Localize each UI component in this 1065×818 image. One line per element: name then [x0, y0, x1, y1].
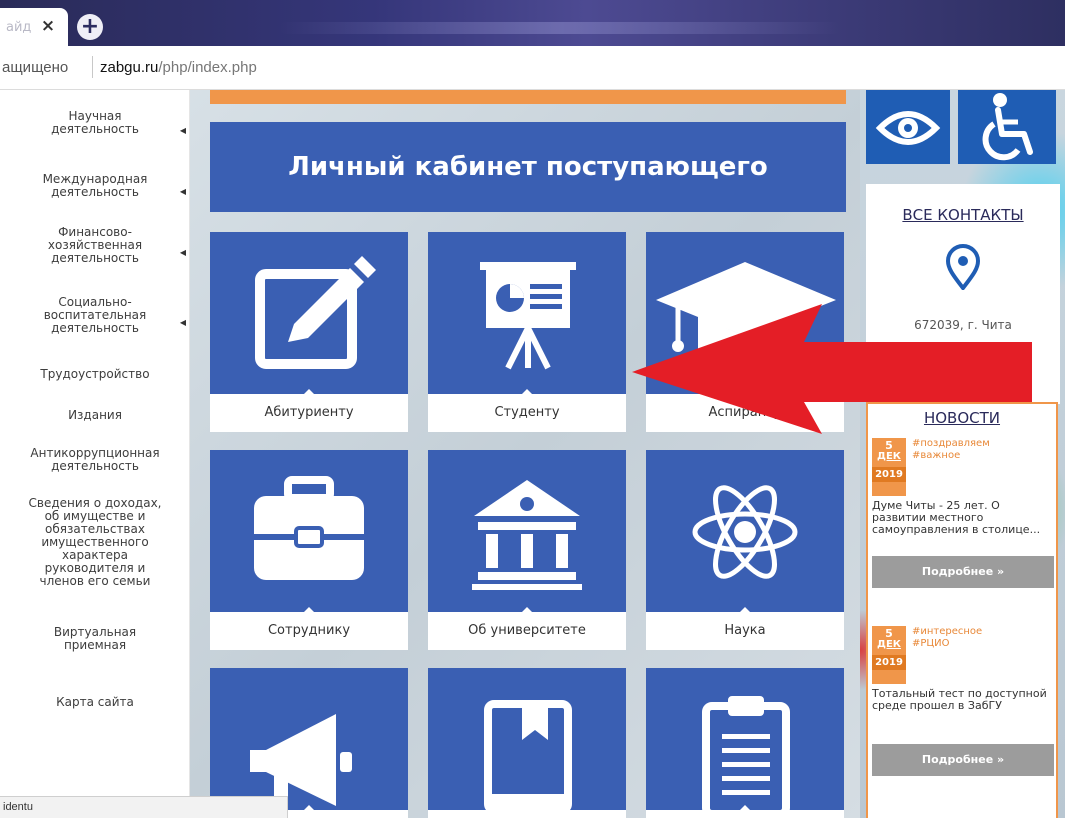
address-divider [92, 56, 93, 78]
tile-label: Об университете [428, 612, 626, 650]
tile-label: Абитуриенту [210, 394, 408, 432]
url-path: /php/index.php [158, 59, 257, 76]
sidebar-item-label: Виртуальная приемная [53, 625, 137, 652]
news-text[interactable]: Думе Читы - 25 лет. О развитии местного … [872, 500, 1054, 536]
sidebar-item-anticorruption[interactable]: Антикоррупционная деятельность [0, 447, 190, 473]
security-indicator[interactable]: ащищено [2, 59, 68, 76]
caret-left-icon: ◀ [179, 187, 186, 196]
news-text[interactable]: Тотальный тест по доступной среде прошел… [872, 688, 1054, 712]
sidebar-item-publications[interactable]: Издания [0, 409, 190, 422]
status-bar: identu [0, 796, 288, 818]
sidebar: Научная деятельность ◀ Международная дея… [0, 90, 190, 818]
sidebar-item-science[interactable]: Научная деятельность ◀ [0, 110, 190, 136]
tile-label: Студенту [428, 394, 626, 432]
blurred-tab-strip [280, 22, 840, 34]
tab-title-fragment: айд [6, 20, 32, 35]
tile-student[interactable]: Студенту [428, 232, 626, 432]
address-bar[interactable]: ащищено zabgu.ru/php/index.php [0, 46, 1065, 90]
sidebar-item-label: Международная деятельность [42, 172, 148, 199]
news-date-badge: 5 ДЕК 2019 [872, 438, 906, 496]
map-pin-icon [945, 244, 981, 290]
news-date-badge: 5 ДЕК 2019 [872, 626, 906, 684]
clipboard-icon [702, 696, 790, 818]
news-more-button[interactable]: Подробнее » [872, 744, 1054, 776]
eye-icon [875, 111, 941, 145]
tile-documents[interactable] [646, 668, 844, 818]
news-more-button[interactable]: Подробнее » [872, 556, 1054, 588]
browser-tab-bar: айд × + [0, 0, 1065, 46]
url-text[interactable]: zabgu.ru/php/index.php [100, 59, 257, 76]
news-day: 5 [885, 439, 893, 452]
news-day: 5 [885, 627, 893, 640]
tab-close-button[interactable]: × [37, 15, 59, 37]
tile-about-university[interactable]: Об университете [428, 450, 626, 650]
tile-applicant[interactable]: Абитуриенту [210, 232, 408, 432]
tile-science[interactable]: Наука [646, 450, 844, 650]
news-year: 2019 [872, 655, 906, 670]
all-contacts-link[interactable]: ВСЕ КОНТАКТЫ [866, 206, 1060, 224]
sidebar-item-virtual-reception[interactable]: Виртуальная приемная [0, 626, 190, 652]
red-arrow-annotation [632, 304, 1032, 434]
sidebar-item-social[interactable]: Социально- воспитательная деятельность ◀ [0, 296, 190, 335]
news-tags: #поздравляем #важное [912, 438, 1054, 462]
sidebar-item-label: Антикоррупционная деятельность [30, 446, 160, 473]
sidebar-item-label: Финансово- хозяйственная деятельность [47, 225, 143, 265]
news-tags: #интересное #РЦИО [912, 626, 1054, 650]
tile-library[interactable] [428, 668, 626, 818]
briefcase-icon [254, 476, 364, 580]
book-icon [484, 700, 572, 814]
atom-icon [692, 485, 798, 579]
new-tab-button[interactable]: + [77, 14, 103, 40]
tile-label [646, 810, 844, 818]
tile-employee[interactable]: Сотруднику [210, 450, 408, 650]
sidebar-item-label: Издания [68, 408, 122, 422]
sidebar-item-label: Научная деятельность [51, 109, 139, 136]
sidebar-item-label: Социально- воспитательная деятельность [43, 295, 147, 335]
sidebar-item-finance[interactable]: Финансово- хозяйственная деятельность ◀ [0, 226, 190, 265]
caret-left-icon: ◀ [179, 248, 186, 257]
web-page: Научная деятельность ◀ Международная дея… [0, 90, 1065, 818]
caret-left-icon: ◀ [179, 126, 186, 135]
news-tag[interactable]: #интересное [912, 626, 1054, 638]
news-tag[interactable]: #важное [912, 450, 1054, 462]
applicant-account-banner[interactable]: Личный кабинет поступающего [210, 122, 846, 212]
sidebar-item-international[interactable]: Международная деятельность ◀ [0, 173, 190, 199]
tile-label: Наука [646, 612, 844, 650]
news-panel: НОВОСТИ 5 ДЕК 2019 #поздравляем #важное … [866, 402, 1058, 818]
university-icon [472, 480, 582, 590]
sidebar-item-sitemap[interactable]: Карта сайта [0, 696, 190, 709]
browser-tab[interactable]: айд × [0, 8, 68, 46]
news-month: ДЕК [877, 451, 901, 462]
sidebar-item-label: Карта сайта [56, 695, 134, 709]
news-tag[interactable]: #РЦИО [912, 638, 1054, 650]
sidebar-item-income-info[interactable]: Сведения о доходах, об имуществе и обяза… [0, 497, 190, 588]
sidebar-item-label: Трудоустройство [40, 367, 150, 381]
edit-icon [255, 256, 376, 369]
low-vision-button[interactable] [866, 90, 950, 164]
url-host: zabgu.ru [100, 59, 159, 76]
news-month: ДЕК [877, 639, 901, 650]
orange-header-strip [210, 90, 846, 104]
presentation-icon [480, 262, 576, 370]
news-tag[interactable]: #поздравляем [912, 438, 1054, 450]
tile-label: Сотруднику [210, 612, 408, 650]
sidebar-item-employment[interactable]: Трудоустройство [0, 368, 190, 381]
accessibility-button[interactable] [958, 90, 1056, 164]
news-year: 2019 [872, 467, 906, 482]
sidebar-item-label: Сведения о доходах, об имуществе и обяза… [28, 496, 162, 588]
tile-label [428, 810, 626, 818]
caret-left-icon: ◀ [179, 318, 186, 327]
wheelchair-icon [982, 93, 1033, 161]
